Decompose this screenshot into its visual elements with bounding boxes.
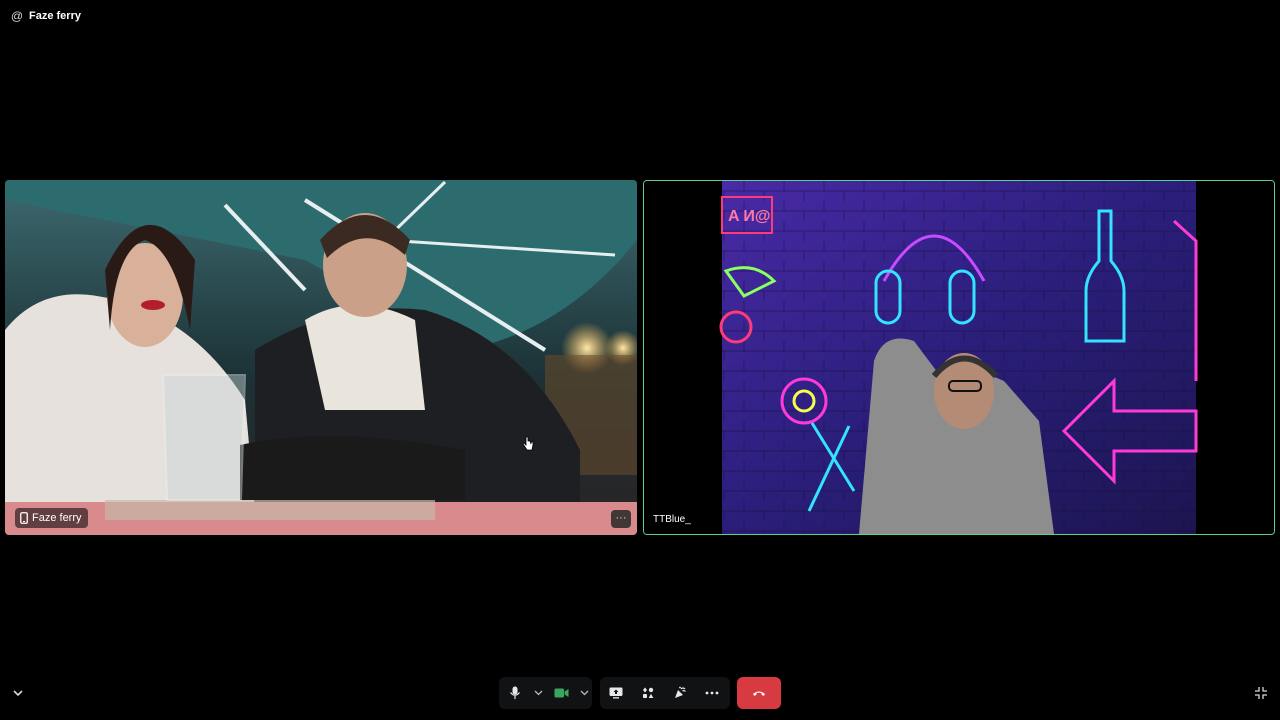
exit-fullscreen-icon[interactable] [1254,686,1268,700]
activity-controls [600,677,730,709]
screen-share-icon [609,687,623,699]
activities-icon [643,687,654,698]
video-settings-chevron[interactable] [577,677,591,709]
call-control-bar [0,672,1280,714]
video-tile-faze-ferry[interactable]: Faze ferry ··· [5,180,637,535]
ellipsis-icon [705,691,719,695]
activities-button[interactable] [632,677,664,709]
camera-button[interactable] [545,677,577,709]
chevron-down-icon [580,690,588,696]
top-bar: @ Faze ferry [0,0,1280,32]
video-tile-ttblue[interactable]: A И@ TTBlue_ [643,180,1275,535]
chevron-down-icon[interactable] [10,686,26,700]
mute-button[interactable] [499,677,531,709]
video-feed: A И@ [644,181,1274,534]
tile-more-button[interactable]: ··· [611,510,631,528]
hang-up-icon [753,691,765,696]
chevron-down-icon [534,690,542,696]
audio-video-controls [499,677,592,709]
leave-call-button[interactable] [737,677,781,709]
soundboard-button[interactable] [664,677,696,709]
svg-text:A И@: A И@ [728,208,771,225]
participant-name: TTBlue_ [653,514,691,525]
mobile-icon [20,512,28,524]
more-options-button[interactable] [696,677,728,709]
microphone-icon [510,686,520,699]
at-icon: @ [10,9,24,23]
video-feed [5,180,637,535]
channel-title: Faze ferry [29,10,81,22]
hand-cursor-icon [522,436,534,451]
camera-icon [554,688,568,698]
audio-settings-chevron[interactable] [531,677,545,709]
soundboard-icon [675,686,686,698]
participant-name-tag: Faze ferry [15,508,88,528]
participant-name: Faze ferry [32,512,82,524]
screen-share-button[interactable] [600,677,632,709]
